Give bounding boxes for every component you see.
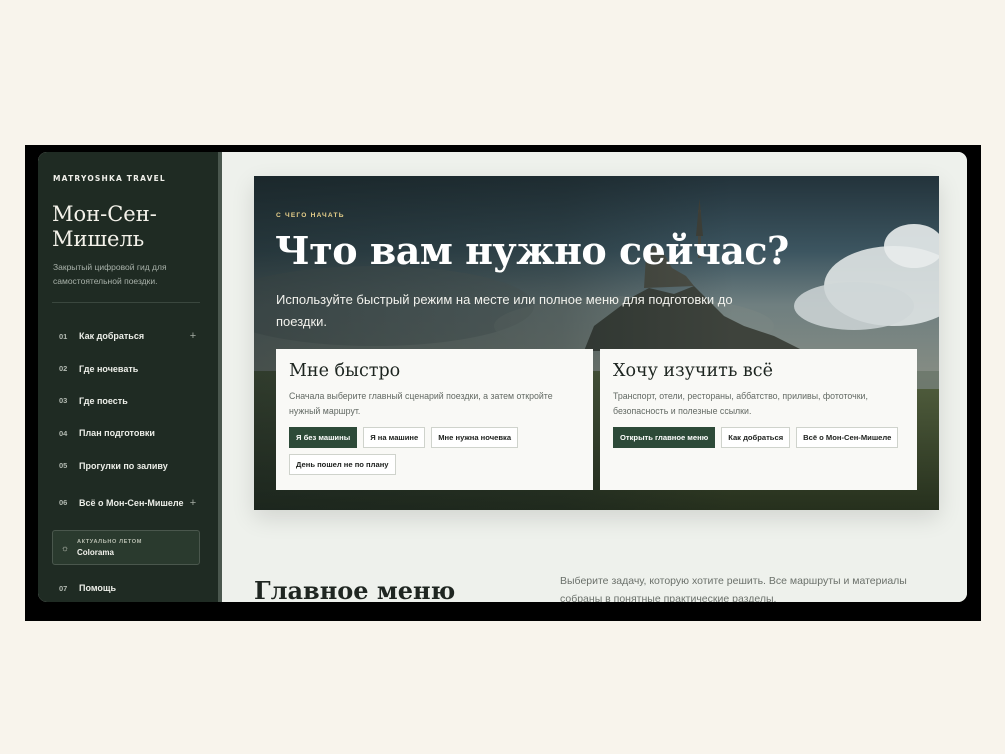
by-car-button[interactable]: Я на машине [363,427,426,448]
card-title: Хочу изучить всё [613,361,773,381]
sun-icon: ☼ [60,542,70,553]
nav-number: 05 [59,461,68,471]
summer-text: АКТУАЛЬНО ЛЕТОМ Colorama [77,539,142,557]
sidebar-item-help[interactable]: 07 Помощь [52,572,200,602]
app-window: MATRYOSHKA TRAVEL Мон-Сен-Мишель Закрыты… [38,152,967,602]
getting-there-button[interactable]: Как добраться [721,427,791,448]
expand-plus-icon[interactable]: + [186,330,200,342]
nav-label: Помощь [79,583,117,594]
nav-label: Как добраться [79,331,145,342]
card-title: Мне быстро [289,361,401,381]
nav-number: 07 [59,583,68,593]
explore-all-card: Хочу изучить всё Транспорт, отели, ресто… [600,349,917,490]
nav-number: 04 [59,428,68,438]
card-text: Сначала выберите главный сценарий поездк… [289,391,553,416]
hero-eyebrow: С ЧЕГО НАЧАТЬ [276,212,345,219]
sidebar-item-about[interactable]: 06 Всё о Мон-Сен-Мишеле + [52,482,200,524]
open-main-menu-button[interactable]: Открыть главное меню [613,427,716,448]
main-menu-description: Выберите задачу, которую хотите решить. … [560,575,907,602]
all-about-button[interactable]: Всё о Мон-Сен-Мишеле [796,427,899,448]
expand-plus-icon[interactable]: + [186,497,200,509]
card-buttons: Открыть главное меню Как добраться Всё о… [613,427,904,448]
sidebar-nav: 01 Как добраться + 02 Где ночевать 03 Гд… [52,320,200,524]
nav-number: 03 [59,396,68,406]
day-went-wrong-button[interactable]: День пошел не по плану [289,454,396,475]
brand-logo[interactable]: MATRYOSHKA TRAVEL [53,174,166,183]
nav-label: Где поесть [79,395,128,406]
hero-title: Что вам нужно сейчас? [275,228,789,273]
sidebar-item-bay-walks[interactable]: 05 Прогулки по заливу [52,450,200,482]
quick-mode-card: Мне быстро Сначала выберите главный сцен… [276,349,593,490]
sidebar-item-lodging[interactable]: 02 Где ночевать [52,352,200,384]
nav-label: Прогулки по заливу [79,460,168,471]
sidebar-item-plan[interactable]: 04 План подготовки [52,417,200,449]
nav-number: 02 [59,364,68,374]
hero-section: С ЧЕГО НАЧАТЬ Что вам нужно сейчас? Испо… [254,176,939,510]
summer-tag: АКТУАЛЬНО ЛЕТОМ [77,538,143,545]
hero-description: Используйте быстрый режим на месте или п… [276,292,733,329]
sidebar-divider [52,302,200,303]
nav-number: 01 [59,331,68,341]
nav-label: План подготовки [79,428,155,439]
summer-highlight-card[interactable]: ☼ АКТУАЛЬНО ЛЕТОМ Colorama [52,530,200,565]
nav-label: Где ночевать [79,363,139,374]
nav-label: Всё о Мон-Сен-Мишеле [79,497,184,508]
sidebar-title: Мон-Сен-Мишель [52,202,157,251]
sidebar-item-food[interactable]: 03 Где поесть [52,385,200,417]
no-car-button[interactable]: Я без машины [289,427,358,448]
main-content: С ЧЕГО НАЧАТЬ Что вам нужно сейчас? Испо… [222,152,967,602]
summer-name: Colorama [77,547,114,557]
main-menu-title: Главное меню [254,576,456,602]
card-buttons: Я без машины Я на машине Мне нужна ночев… [289,427,580,475]
need-overnight-button[interactable]: Мне нужна ночевка [431,427,519,448]
card-text: Транспорт, отели, рестораны, аббатство, … [613,391,868,416]
sidebar-subtitle: Закрытый цифровой гид для самостоятельно… [53,262,167,286]
nav-number: 06 [59,498,68,508]
sidebar-item-getting-there[interactable]: 01 Как добраться + [52,320,200,352]
sidebar: MATRYOSHKA TRAVEL Мон-Сен-Мишель Закрыты… [38,152,222,602]
